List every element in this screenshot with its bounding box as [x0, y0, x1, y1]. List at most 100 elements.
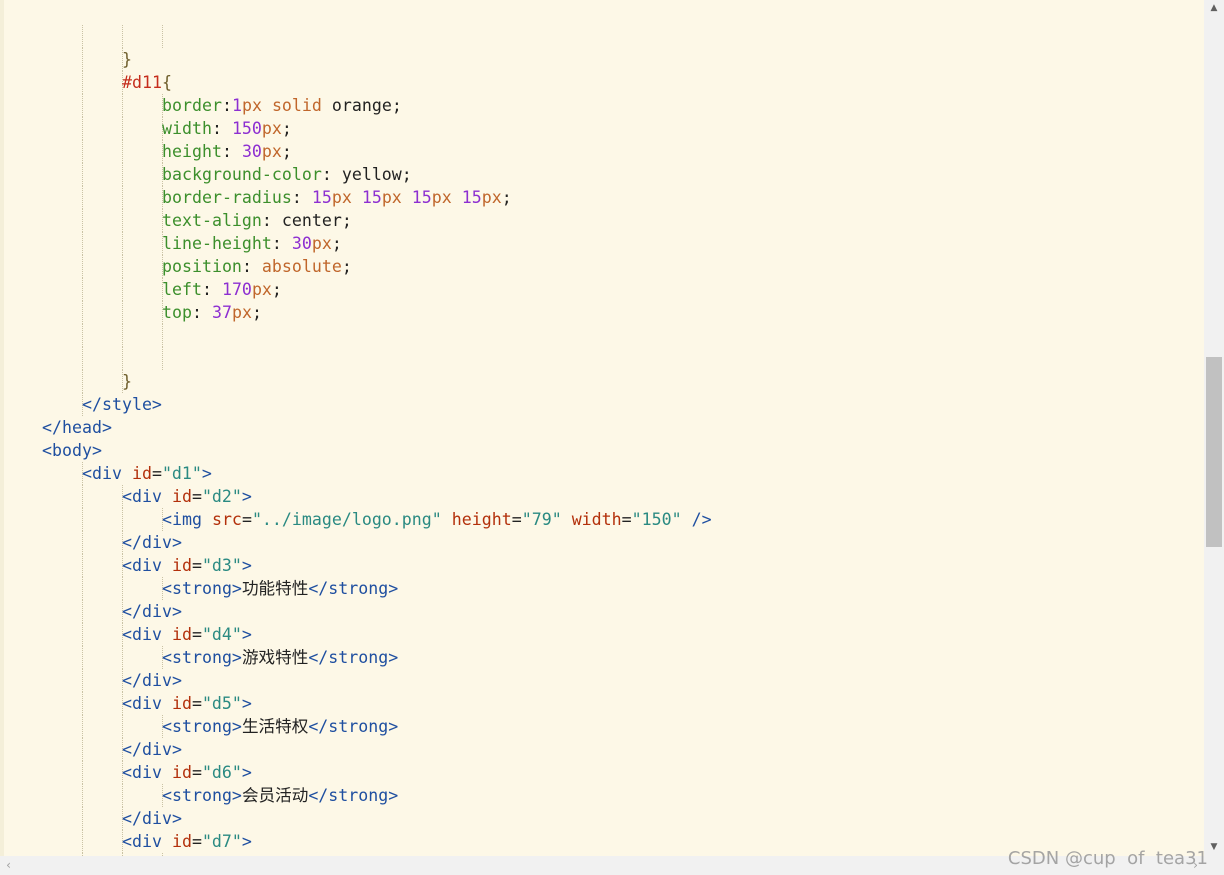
code-token: ; [251, 303, 262, 322]
code-line[interactable]: #d11{ [42, 71, 1204, 94]
vertical-scrollbar[interactable]: ▲ ▼ [1204, 0, 1224, 856]
code-line[interactable]: </div> [42, 807, 1204, 830]
code-token: } [122, 50, 132, 69]
indent-guide [82, 232, 83, 255]
code-editor[interactable]: } #d11{border:1px solid orange; width: 150… [0, 0, 1204, 856]
code-token: : [221, 96, 232, 115]
code-line[interactable]: </head> [42, 416, 1204, 439]
code-token: width [571, 510, 622, 529]
indent-guide [82, 324, 83, 347]
code-token: </div> [122, 809, 182, 828]
code-token: "d7" [201, 832, 242, 851]
code-token: = [621, 510, 632, 529]
code-line[interactable]: </div> [42, 600, 1204, 623]
code-line[interactable]: <strong>会员活动</strong> [42, 784, 1204, 807]
code-token: { [161, 73, 172, 92]
indent-guide [122, 140, 123, 163]
indent-guide [82, 577, 83, 600]
code-text: line-height: 30px; [162, 232, 342, 255]
code-lines[interactable]: } #d11{border:1px solid orange; width: 150… [42, 25, 1204, 856]
code-line[interactable]: position: absolute; [42, 255, 1204, 278]
code-line[interactable]: <div id="d1"> [42, 462, 1204, 485]
code-line[interactable]: <div id="d4"> [42, 623, 1204, 646]
code-token: id [171, 763, 192, 782]
code-token: border-radius [162, 188, 292, 207]
indent-guide [82, 738, 83, 761]
code-line[interactable]: width: 150px; [42, 117, 1204, 140]
code-token: "d4" [201, 625, 242, 644]
code-token: </strong> [308, 786, 399, 805]
code-line[interactable]: left: 170px; [42, 278, 1204, 301]
code-token: height [451, 510, 512, 529]
code-text: background-color: yellow; [162, 163, 412, 186]
code-line[interactable]: <strong>游戏特性</strong> [42, 646, 1204, 669]
code-line[interactable]: line-height: 30px; [42, 232, 1204, 255]
code-token: : [191, 303, 212, 322]
code-line[interactable]: <div id="d6"> [42, 761, 1204, 784]
indent-guide [122, 186, 123, 209]
code-line[interactable]: } [42, 48, 1204, 71]
indent-guide [82, 94, 83, 117]
code-text: </div> [122, 600, 182, 623]
code-token: 15 [361, 188, 382, 207]
indent-guide [82, 715, 83, 738]
indent-guide [122, 25, 123, 48]
code-line[interactable]: <div id="d3"> [42, 554, 1204, 577]
indent-guide [82, 163, 83, 186]
code-line[interactable]: top: 37px; [42, 301, 1204, 324]
code-text: #d11{ [122, 71, 172, 94]
code-line[interactable]: <body> [42, 439, 1204, 462]
code-line[interactable]: height: 30px; [42, 140, 1204, 163]
code-line[interactable]: </div> [42, 738, 1204, 761]
code-token: 15 [461, 188, 482, 207]
vertical-scroll-thumb[interactable] [1206, 357, 1222, 547]
code-line[interactable]: } [42, 370, 1204, 393]
code-text: } [122, 370, 132, 393]
scroll-up-icon[interactable]: ▲ [1204, 0, 1224, 17]
code-token: <body> [42, 441, 102, 460]
code-line[interactable]: <div id="d5"> [42, 692, 1204, 715]
code-line[interactable] [42, 25, 1204, 48]
code-token: id [171, 832, 192, 851]
code-text: text-align: center; [162, 209, 352, 232]
code-token: top [162, 303, 192, 322]
code-line[interactable] [42, 324, 1204, 347]
code-line[interactable]: <img src="../image/logo.png" height="79"… [42, 508, 1204, 531]
code-line[interactable]: border:1px solid orange; [42, 94, 1204, 117]
indent-guide [82, 784, 83, 807]
indent-guide [82, 209, 83, 232]
code-token: ; [501, 188, 512, 207]
code-token: <div [122, 556, 172, 575]
code-line[interactable]: border-radius: 15px 15px 15px 15px; [42, 186, 1204, 209]
code-line[interactable] [42, 347, 1204, 370]
code-text: <strong>会员活动</strong> [162, 784, 398, 807]
code-line[interactable]: </div> [42, 531, 1204, 554]
indent-guide [82, 646, 83, 669]
code-token: ; [271, 280, 282, 299]
code-line[interactable]: </div> [42, 669, 1204, 692]
code-token: text-align [162, 211, 262, 230]
code-token: px [311, 234, 332, 253]
indent-guide [122, 347, 123, 370]
code-token: <strong> [162, 786, 242, 805]
code-line[interactable]: <div id="d2"> [42, 485, 1204, 508]
code-text: <div id="d4"> [122, 623, 252, 646]
code-token: : [321, 165, 342, 184]
code-line[interactable]: <strong>功能特性</strong> [42, 577, 1204, 600]
code-token: px [241, 96, 262, 115]
code-line[interactable]: </style> [42, 393, 1204, 416]
code-token: #d11 [122, 73, 162, 92]
code-token: <strong> [162, 717, 242, 736]
code-line[interactable]: background-color: yellow; [42, 163, 1204, 186]
code-text: <strong>生活特权</strong> [162, 715, 398, 738]
code-token: id [171, 625, 192, 644]
code-token: : [211, 119, 232, 138]
code-token: "d3" [201, 556, 242, 575]
code-token: = [191, 694, 202, 713]
scroll-left-icon[interactable]: ‹ [0, 856, 17, 875]
code-line[interactable]: text-align: center; [42, 209, 1204, 232]
code-line[interactable]: <strong>生活特权</strong> [42, 715, 1204, 738]
